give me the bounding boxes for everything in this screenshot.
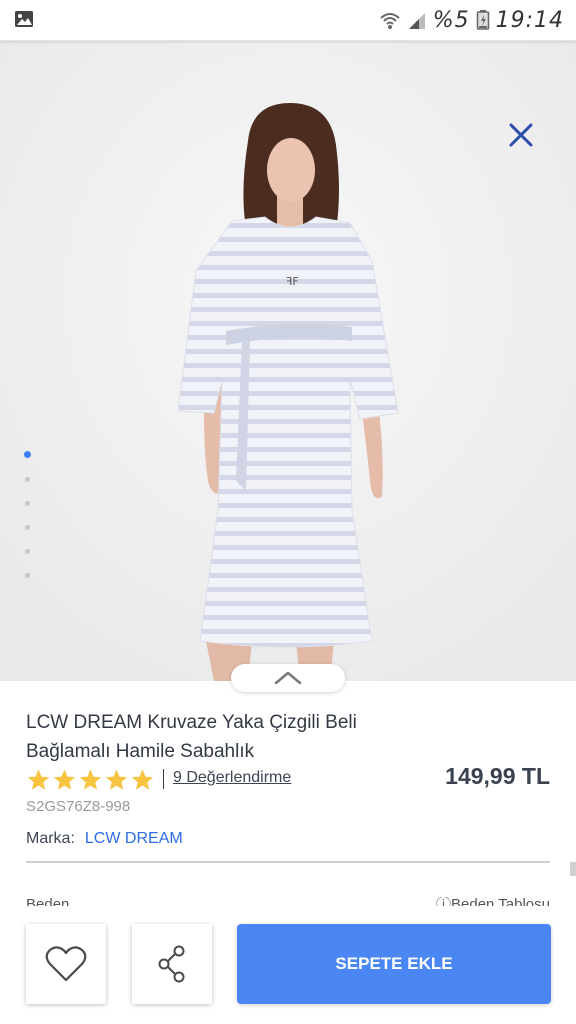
gallery-notification-icon (15, 11, 33, 27)
product-sku: S2GS76Z8-998 (26, 798, 131, 815)
brand-label: Marka: (26, 830, 75, 847)
star-icon (79, 769, 102, 790)
product-photo: ꟻF (0, 41, 576, 681)
brand-link[interactable]: LCW DREAM (85, 830, 183, 848)
add-to-cart-button[interactable]: SEPETE EKLE (237, 924, 551, 1004)
wifi-icon (380, 13, 400, 29)
product-title: LCW DREAM Kruvaze Yaka Çizgili Beli Bağl… (26, 708, 436, 766)
rating-stars (26, 768, 155, 792)
section-divider (26, 861, 550, 863)
scrollbar-thumb[interactable] (570, 862, 576, 876)
pagination-dot-active[interactable] (24, 451, 31, 458)
heart-icon (45, 946, 87, 982)
product-price: 149,99 TL (445, 763, 550, 789)
chevron-up-icon (274, 671, 302, 685)
star-icon (105, 769, 128, 790)
battery-percentage: %5 (432, 7, 470, 33)
star-icon (27, 769, 50, 790)
battery-icon (476, 10, 489, 30)
svg-text:ꟻF: ꟻF (286, 275, 299, 288)
favorite-button[interactable] (26, 924, 106, 1004)
rating-divider (163, 769, 164, 789)
expand-details-handle[interactable] (231, 664, 345, 692)
status-bar: %5 19:14 (0, 0, 576, 41)
star-icon (53, 769, 76, 790)
star-icon (131, 769, 154, 790)
product-title-line2: Bağlamalı Hamile Sabahlık (26, 741, 255, 762)
clock: 19:14 (495, 7, 564, 33)
product-image-gallery[interactable]: ꟻF (0, 41, 576, 681)
pagination-dot[interactable] (25, 477, 30, 482)
brand-row: Marka: LCW DREAM (26, 830, 183, 848)
pagination-dot[interactable] (25, 501, 30, 506)
gallery-pagination (24, 451, 32, 597)
reviews-link[interactable]: 9 Değerlendirme (173, 769, 291, 787)
product-title-line1: LCW DREAM Kruvaze Yaka Çizgili Beli (26, 712, 357, 733)
pagination-dot[interactable] (25, 549, 30, 554)
signal-icon (408, 13, 425, 29)
pagination-dot[interactable] (25, 525, 30, 530)
pagination-dot[interactable] (25, 573, 30, 578)
close-icon[interactable] (505, 119, 537, 151)
share-icon (158, 945, 185, 983)
share-button[interactable] (132, 924, 212, 1004)
